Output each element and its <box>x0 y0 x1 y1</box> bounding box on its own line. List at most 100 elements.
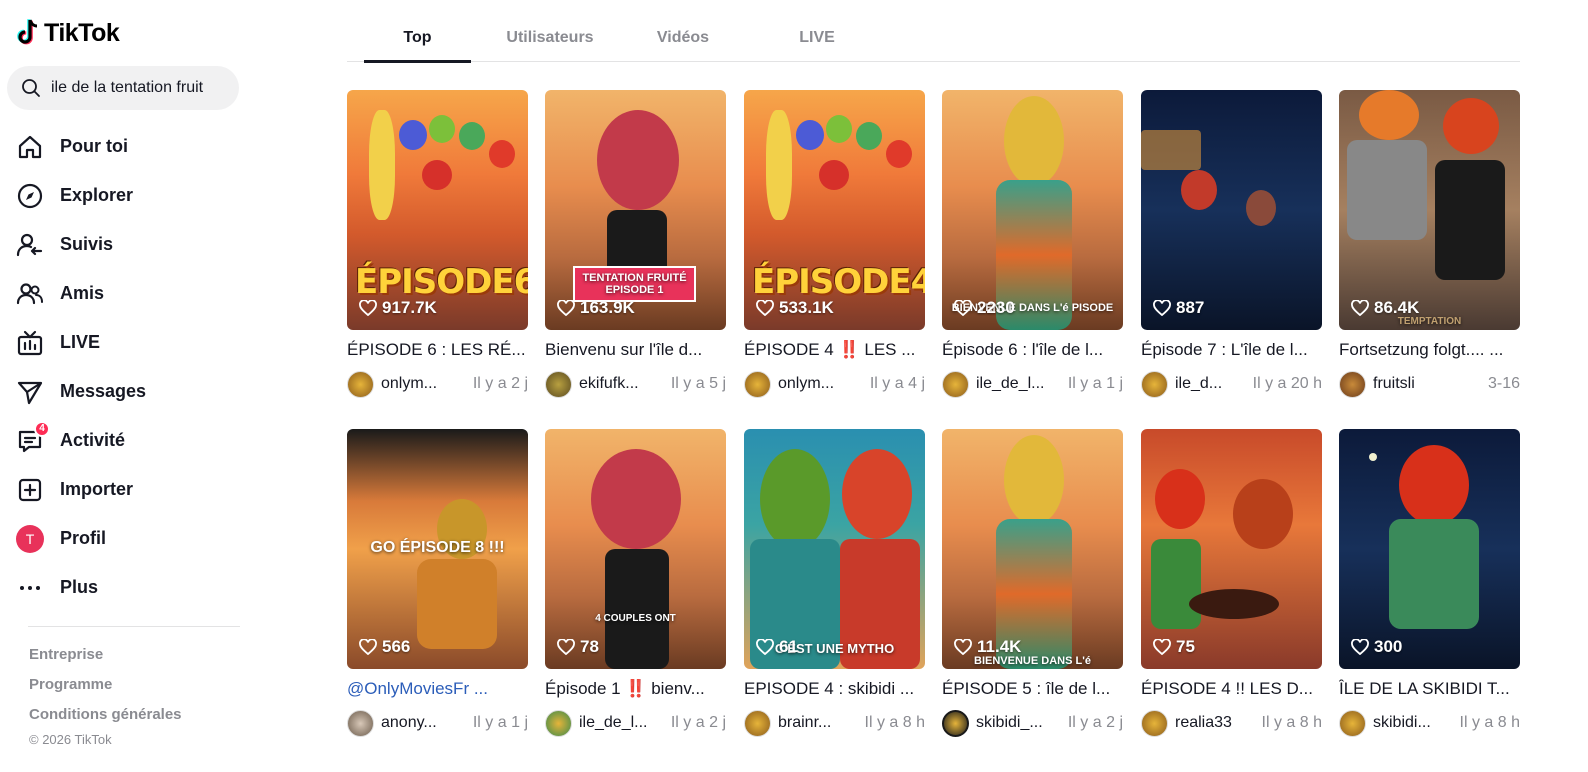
video-title[interactable]: ÉPISODE 6 : LES RÉ... <box>347 340 528 362</box>
video-title[interactable]: ÉPISODE 5 : île de l... <box>942 679 1123 701</box>
post-time: Il y a 8 h <box>1261 714 1322 731</box>
author-name[interactable]: skibidi... <box>1373 714 1452 732</box>
video-card[interactable]: GO ÉPISODE 8 !!! 566 @OnlyMoviesFr ... a… <box>347 429 528 737</box>
video-thumbnail[interactable]: 300 <box>1339 429 1520 669</box>
heart-icon <box>557 300 575 316</box>
author-name[interactable]: fruitsli <box>1373 375 1480 393</box>
author-avatar[interactable] <box>744 370 771 398</box>
compass-icon <box>16 182 44 210</box>
nav-item-explorer[interactable]: Explorer <box>16 171 242 220</box>
video-title[interactable]: ÎLE DE LA SKIBIDI T... <box>1339 679 1520 701</box>
tab-utilisateurs[interactable]: Utilisateurs <box>495 18 605 62</box>
author-avatar[interactable] <box>347 370 374 398</box>
video-thumbnail[interactable]: 75 <box>1141 429 1322 669</box>
video-card[interactable]: ÉPISODE4 533.1K ÉPISODE 4 ‼️ LES ... onl… <box>744 90 925 398</box>
author-avatar[interactable] <box>1339 709 1366 737</box>
video-thumbnail[interactable]: C'EST UNE MYTHO 61 <box>744 429 925 669</box>
author-avatar[interactable] <box>1141 370 1168 398</box>
video-card[interactable]: 887 Épisode 7 : L'île de l... ile_d... I… <box>1141 90 1322 398</box>
video-card[interactable]: ÉPISODE6 917.7K ÉPISODE 6 : LES RÉ... on… <box>347 90 528 398</box>
author-name[interactable]: ekifufk... <box>579 375 663 393</box>
like-count-value: 163.9K <box>580 298 635 317</box>
video-thumbnail[interactable]: BIENVENUE DANS L'é PISODE 2230 <box>942 90 1123 330</box>
nav-label: LIVE <box>60 332 101 352</box>
search-input[interactable]: ile de la tentation fruit <box>7 66 239 110</box>
author-avatar[interactable] <box>545 370 572 398</box>
video-card[interactable]: 75 ÉPISODE 4 !! LES D... realia33 Il y a… <box>1141 429 1322 737</box>
author-name[interactable]: ile_d... <box>1175 375 1245 393</box>
tiktok-logo[interactable]: TikTok <box>16 18 120 48</box>
tab-live[interactable]: LIVE <box>777 18 857 62</box>
video-title[interactable]: Épisode 7 : L'île de l... <box>1141 340 1322 362</box>
author-avatar[interactable] <box>1141 709 1168 737</box>
video-title[interactable]: @OnlyMoviesFr ... <box>347 679 528 701</box>
video-thumbnail[interactable]: GO ÉPISODE 8 !!! 566 <box>347 429 528 669</box>
video-title[interactable]: Bienvenu sur l'île d... <box>545 340 726 362</box>
nav-item-plus[interactable]: Plus <box>16 563 242 612</box>
sidebar-divider <box>28 626 240 627</box>
author-avatar[interactable] <box>744 709 771 737</box>
video-thumbnail[interactable]: 887 <box>1141 90 1322 330</box>
tab-videos[interactable]: Vidéos <box>637 18 729 62</box>
author-avatar[interactable] <box>545 709 572 737</box>
heart-icon <box>756 639 774 655</box>
footer-link-entreprise[interactable]: Entreprise <box>29 644 182 674</box>
video-card[interactable]: BIENVENUE DANS L'é PISODE 2230 Épisode 6… <box>942 90 1123 398</box>
video-card[interactable]: 4 COUPLES ONT 78 Épisode 1 ‼️ bienv... i… <box>545 429 726 737</box>
video-card[interactable]: TENTATION FRUITÉ EPISODE 1 163.9K Bienve… <box>545 90 726 398</box>
video-thumbnail[interactable]: TENTATION FRUITÉ EPISODE 1 163.9K <box>545 90 726 330</box>
video-thumbnail[interactable]: TEMPTATION 86.4K <box>1339 90 1520 330</box>
video-title[interactable]: ÉPISODE 4 ‼️ LES ... <box>744 340 925 362</box>
like-count-value: 533.1K <box>779 298 834 317</box>
post-time: Il y a 8 h <box>864 714 925 731</box>
video-thumbnail[interactable]: BIENVENUE DANS L'é 11.4K <box>942 429 1123 669</box>
heart-icon <box>1351 639 1369 655</box>
author-avatar[interactable] <box>347 709 374 737</box>
tab-top[interactable]: Top <box>364 18 471 63</box>
author-name[interactable]: onlym... <box>381 375 465 393</box>
thumbnail-overlay-text: ÉPISODE4 <box>752 262 925 302</box>
like-count: 2230 <box>954 298 1015 318</box>
author-name[interactable]: onlym... <box>778 375 862 393</box>
author-name[interactable]: anony... <box>381 714 465 732</box>
video-title[interactable]: Épisode 6 : l'île de l... <box>942 340 1123 362</box>
author-name[interactable]: realia33 <box>1175 714 1254 732</box>
video-title[interactable]: Fortsetzung folgt.... ... <box>1339 340 1520 362</box>
author-name[interactable]: brainr... <box>778 714 857 732</box>
video-title[interactable]: EPISODE 4 : skibidi ... <box>744 679 925 701</box>
video-card[interactable]: TEMPTATION 86.4K Fortsetzung folgt.... .… <box>1339 90 1520 398</box>
video-thumbnail[interactable]: 4 COUPLES ONT 78 <box>545 429 726 669</box>
like-count-value: 61 <box>779 637 798 656</box>
heart-icon <box>1153 300 1171 316</box>
nav-item-profil[interactable]: T Profil <box>16 514 242 563</box>
author-name[interactable]: ile_de_l... <box>976 375 1060 393</box>
video-title[interactable]: ÉPISODE 4 !! LES D... <box>1141 679 1322 701</box>
like-count-value: 917.7K <box>382 298 437 317</box>
nav-item-amis[interactable]: Amis <box>16 269 242 318</box>
video-card[interactable]: BIENVENUE DANS L'é 11.4K ÉPISODE 5 : île… <box>942 429 1123 737</box>
video-thumbnail[interactable]: ÉPISODE6 917.7K <box>347 90 528 330</box>
author-avatar[interactable] <box>942 370 969 398</box>
footer-link-programme[interactable]: Programme <box>29 674 182 704</box>
profile-avatar-wrap: T <box>16 524 44 553</box>
nav-item-pour-toi[interactable]: Pour toi <box>16 122 242 171</box>
video-card[interactable]: 300 ÎLE DE LA SKIBIDI T... skibidi... Il… <box>1339 429 1520 737</box>
author-avatar[interactable] <box>1339 370 1366 398</box>
video-meta: fruitsli 3-16 <box>1339 370 1520 398</box>
like-count: 11.4K <box>954 637 1021 657</box>
author-name[interactable]: ile_de_l... <box>579 714 663 732</box>
like-count: 61 <box>756 637 798 657</box>
nav-item-activite[interactable]: 4 Activité <box>16 416 242 465</box>
nav-item-live[interactable]: LIVE <box>16 318 242 367</box>
video-thumbnail[interactable]: ÉPISODE4 533.1K <box>744 90 925 330</box>
author-avatar[interactable] <box>942 709 969 737</box>
author-name[interactable]: skibidi_... <box>976 714 1060 732</box>
video-title[interactable]: Épisode 1 ‼️ bienv... <box>545 679 726 701</box>
nav-item-importer[interactable]: Importer <box>16 465 242 514</box>
sidebar: TikTok ile de la tentation fruit Pour to… <box>0 0 250 772</box>
nav-item-suivis[interactable]: Suivis <box>16 220 242 269</box>
video-card[interactable]: C'EST UNE MYTHO 61 EPISODE 4 : skibidi .… <box>744 429 925 737</box>
video-meta: ile_de_l... Il y a 1 j <box>942 370 1123 398</box>
footer-link-conditions[interactable]: Conditions générales <box>29 704 182 734</box>
nav-item-messages[interactable]: Messages <box>16 367 242 416</box>
